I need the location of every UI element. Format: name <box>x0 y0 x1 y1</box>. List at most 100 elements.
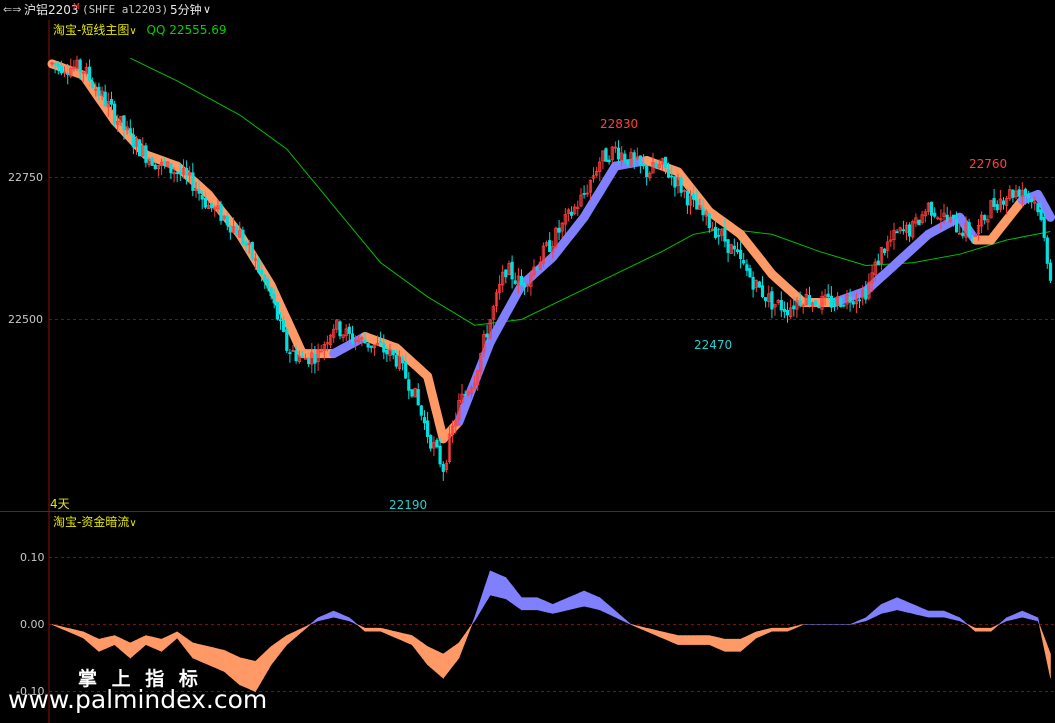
flow-segment <box>797 624 801 628</box>
candle-body <box>917 219 921 226</box>
flow-segment <box>270 644 274 666</box>
flow-segment <box>244 658 248 689</box>
flow-segment <box>471 617 475 625</box>
flow-segment <box>124 640 128 657</box>
candle-body <box>350 333 355 343</box>
sub-indicator-selector[interactable]: 淘宝-资金暗流∨ <box>53 513 137 530</box>
flow-segment <box>317 616 321 622</box>
flow-segment <box>396 631 400 640</box>
candle-body <box>53 62 57 65</box>
flow-segment <box>763 629 767 635</box>
candle-body <box>419 405 423 416</box>
flow-segment <box>949 612 953 620</box>
main-indicator-selector[interactable]: 淘宝-短线主图∨ QQ 22555.69 <box>53 21 226 38</box>
flow-segment <box>127 641 131 659</box>
flow-segment <box>106 636 110 649</box>
flow-segment <box>1029 614 1033 620</box>
flow-segment <box>922 608 927 617</box>
candle-body <box>714 226 718 238</box>
flow-segment <box>732 638 736 652</box>
flow-segment <box>557 600 561 613</box>
flow-segment <box>1024 611 1028 619</box>
flow-segment <box>380 627 384 633</box>
candle-body <box>113 103 117 124</box>
flow-segment <box>101 637 105 651</box>
flow-segment <box>411 635 415 649</box>
flow-segment <box>489 570 494 596</box>
flow-segment <box>70 628 74 634</box>
candle-body <box>338 321 342 337</box>
flow-segment <box>75 629 79 637</box>
ribbon-segment <box>736 229 777 279</box>
flow-segment <box>753 631 757 641</box>
flow-segment <box>651 629 655 635</box>
candle-body <box>792 305 796 310</box>
candle-body <box>864 288 868 300</box>
candle-body <box>945 214 949 221</box>
candle-body <box>131 134 135 148</box>
flow-segment <box>870 610 874 619</box>
flow-segment <box>868 612 872 621</box>
flow-segment <box>562 598 567 612</box>
flow-segment <box>166 635 170 648</box>
flow-segment <box>315 617 319 623</box>
flow-segment <box>330 610 334 619</box>
chevron-down-icon[interactable]: ∨ <box>129 518 136 529</box>
flow-segment <box>354 621 358 625</box>
flow-segment <box>325 612 329 620</box>
flow-segment <box>589 592 593 609</box>
chevron-down-icon[interactable]: ∨ <box>129 26 136 37</box>
candle-body <box>642 163 646 167</box>
flow-segment <box>304 625 308 630</box>
candle-body <box>260 269 264 275</box>
sub-indicator-name[interactable]: 淘宝-资金暗流 <box>53 515 129 529</box>
flow-segment <box>143 635 147 648</box>
flow-segment <box>544 600 548 613</box>
candle-body <box>557 227 561 233</box>
flow-segment <box>672 633 676 644</box>
flow-segment <box>539 598 543 612</box>
flow-segment <box>341 614 345 620</box>
candle-body <box>673 176 677 188</box>
flow-segment <box>852 621 856 625</box>
flow-segment <box>463 630 467 645</box>
main-chart[interactable]: 22750 22500 0.10 0.00 -0.10 22830 22760 … <box>0 0 1055 723</box>
candle-body <box>269 287 273 296</box>
flow-segment <box>260 653 264 684</box>
flow-segment <box>161 637 165 652</box>
candle-body <box>814 300 818 306</box>
low-annotation-22190: 22190 <box>389 498 427 512</box>
flow-segment <box>416 638 421 656</box>
candle-body <box>632 152 636 160</box>
flow-segment <box>432 648 436 673</box>
candle-body <box>256 259 261 273</box>
flow-segment <box>633 624 637 628</box>
flow-segment <box>902 599 906 612</box>
flow-segment <box>690 635 694 645</box>
candle-body <box>153 164 157 170</box>
flow-segment <box>875 605 880 617</box>
flow-segment <box>988 627 992 632</box>
candle-body <box>235 226 239 237</box>
main-indicator-name[interactable]: 淘宝-短线主图 <box>53 23 129 37</box>
flow-segment <box>487 570 491 601</box>
candle-body <box>366 343 370 348</box>
flow-segment <box>372 627 376 632</box>
flow-segment <box>735 638 739 652</box>
flow-segment <box>406 633 410 644</box>
flow-segment <box>150 636 154 649</box>
flow-segment <box>677 635 681 645</box>
candle-body <box>425 420 430 437</box>
candle-body <box>485 333 489 338</box>
flow-segment <box>409 634 413 646</box>
flow-segment <box>904 600 908 613</box>
candle-body <box>908 224 912 237</box>
flow-segment <box>909 602 914 614</box>
flow-segment <box>242 657 246 688</box>
candle-body <box>857 299 862 302</box>
flow-segment <box>855 620 859 624</box>
flow-segment <box>72 629 76 635</box>
flow-segment <box>628 621 632 625</box>
candle-body <box>369 345 373 348</box>
flow-segment <box>521 597 525 611</box>
